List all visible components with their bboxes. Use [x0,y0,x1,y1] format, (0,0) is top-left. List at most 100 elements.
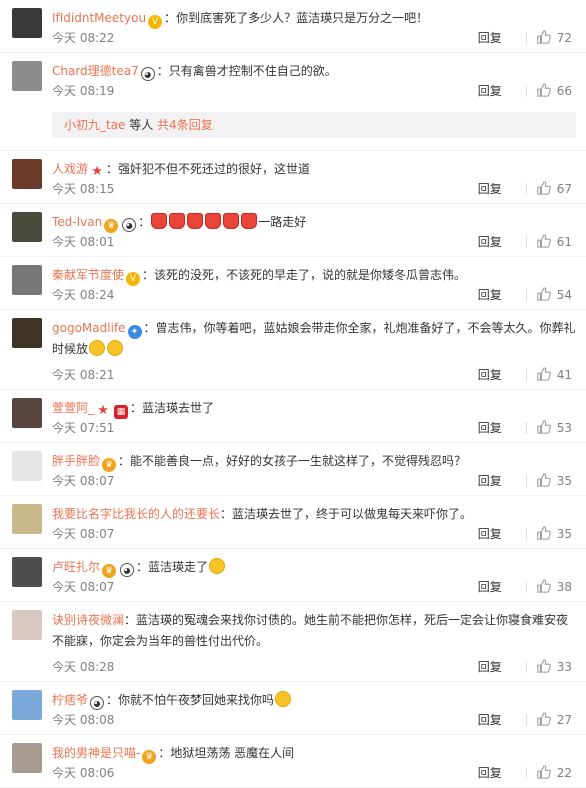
reply-button[interactable]: 回复 [478,31,502,45]
smiley-emoji-icon [89,340,106,356]
comment-content: gogoMadlife ✦ ：曾志伟，你等着吧，蓝姑娘会带走你全家，礼炮准备好了，不… [52,318,576,360]
like-button[interactable]: 66 [537,83,572,98]
reply-button[interactable]: 回复 [478,421,502,435]
separator: ： [118,454,131,468]
comment-text: 蓝洁瑛去世了，终于可以做鬼每天来吓你了。 [232,507,473,521]
comment-time: 今天 08:24 [52,288,115,302]
comment-item: 卢旺扎尔 ♛ ◕ ：蓝洁瑛走了 今天 08:07 回复 38 [0,549,586,602]
separator: ： [220,507,233,521]
comment-time: 今天 08:06 [52,766,115,780]
thumbs-up-icon [537,367,551,381]
reply-button[interactable]: 回复 [478,527,502,541]
like-button[interactable]: 33 [537,659,572,674]
like-button[interactable]: 22 [537,765,572,780]
username-link[interactable]: gogoMadlife [52,321,126,335]
avatar[interactable] [12,504,42,534]
candle-emoji-icon [187,213,204,229]
comment-time: 今天 08:28 [52,660,115,674]
comment-item: 胖手胖脸 ♛ ：能不能善良一点，好好的女孩子一生就这样了，不觉得残忍吗？ 今天 08:… [0,443,586,496]
like-button[interactable]: 27 [537,712,572,727]
like-button[interactable]: 72 [537,30,572,45]
username-link[interactable]: 秦献军节度使 [52,268,124,282]
smiley-emoji-icon [107,340,124,356]
comment-time: 今天 08:21 [52,368,115,382]
crown-badge-icon: ♛ [102,458,117,472]
username-link[interactable]: 卢旺扎尔 [52,560,100,574]
panda-badge-icon: ◕ [120,563,135,577]
thumbs-up-icon [537,83,551,97]
username-link[interactable]: 诀别诗夜微澜 [52,613,124,627]
username-link[interactable]: 人戏游 [52,162,88,176]
avatar[interactable] [12,61,42,91]
like-button[interactable]: 67 [537,181,572,196]
reply-button[interactable]: 回复 [478,766,502,780]
thumbs-up-icon [537,659,551,673]
reply-button[interactable]: 回复 [478,660,502,674]
username-link[interactable]: 柠痞爷 [52,693,88,707]
like-button[interactable]: 61 [537,234,572,249]
star-badge-icon: ★ [97,403,109,418]
like-button[interactable]: 35 [537,526,572,541]
comment-item: 我要比名字比我长的人的还要长：蓝洁瑛去世了，终于可以做鬼每天来吓你了。 今天 08… [0,496,586,549]
comment-actions: 回复 72 [478,30,572,46]
avatar[interactable] [12,265,42,295]
reply-button[interactable]: 回复 [478,713,502,727]
reply-button[interactable]: 回复 [478,288,502,302]
like-count: 72 [556,31,572,45]
divider [525,767,527,779]
avatar[interactable] [12,398,42,428]
reply-button[interactable]: 回复 [478,474,502,488]
comment-actions: 回复 35 [478,473,572,489]
username-link[interactable]: 胖手胖脸 [52,454,100,468]
reply-button[interactable]: 回复 [478,235,502,249]
reply-button[interactable]: 回复 [478,368,502,382]
comment-content: Ted-Ivan ♛ ◕： 一路走好 [52,212,576,233]
vip-badge-icon: V [148,15,163,29]
candle-emoji-icon [169,213,186,229]
reply-button[interactable]: 回复 [478,182,502,196]
username-link[interactable]: IfIdidntMeetyou [52,11,146,25]
sub-reply-box[interactable]: 小初九_tae 等人 共4条回复 [52,112,576,138]
divider [525,183,527,195]
comment-content: Chard理德tea7 ◕ ：只有禽兽才控制不住自己的欲。 [52,61,576,81]
sub-reply-count-link[interactable]: 共4条回复 [157,118,213,132]
avatar[interactable] [12,318,42,348]
comment-text: 蓝洁瑛去世了 [142,401,215,415]
reply-button[interactable]: 回复 [478,84,502,98]
username-link[interactable]: Ted-Ivan [52,215,102,229]
comment-content: 秦献军节度使 V ：该死的没死，不该死的早走了，说的就是你矮冬瓜曾志伟。 [52,265,576,286]
like-button[interactable]: 53 [537,420,572,435]
reply-button[interactable]: 回复 [478,580,502,594]
username-link[interactable]: 我要比名字比我长的人的还要长 [52,507,220,521]
like-button[interactable]: 41 [537,367,572,382]
avatar[interactable] [12,557,42,587]
comment-actions: 回复 33 [478,659,572,675]
like-button[interactable]: 38 [537,579,572,594]
divider [525,85,527,97]
comment-item: 我的男神是只喵- ♛ ：地狱坦荡荡 恶魔在人间 今天 08:06 回复 22 [0,735,586,788]
divider [525,422,527,434]
avatar[interactable] [12,212,42,242]
avatar[interactable] [12,690,42,720]
sub-reply-user[interactable]: 小初九_tae [64,118,125,132]
like-count: 67 [556,182,572,196]
comment-content: 胖手胖脸 ♛ ：能不能善良一点，好好的女孩子一生就这样了，不觉得残忍吗？ [52,451,576,472]
comment-actions: 回复 67 [478,181,572,197]
like-button[interactable]: 54 [537,287,572,302]
like-count: 33 [556,660,572,674]
avatar[interactable] [12,743,42,773]
comment-actions: 回复 41 [478,367,572,383]
username-link[interactable]: 萱萱阿_ [52,401,94,415]
avatar[interactable] [12,8,42,38]
comment-item: 诀别诗夜微澜：蓝洁瑛的冤魂会来找你讨债的。她生前不能把你怎样，死后一定会让你寝食… [0,602,586,682]
like-button[interactable]: 35 [537,473,572,488]
avatar[interactable] [12,159,42,189]
avatar[interactable] [12,610,42,640]
comment-content: 人戏游 ★ ：强奸犯不但不死还过的很好，这世道 [52,159,576,179]
comment-actions: 回复 27 [478,712,572,728]
comment-content: IfIdidntMeetyou V ：你到底害死了多少人？蓝洁瑛只是万分之一吧！ [52,8,576,29]
avatar[interactable] [12,451,42,481]
comment-item: 柠痞爷 ◕ ：你就不怕午夜梦回她来找你吗 今天 08:08 回复 27 [0,682,586,735]
username-link[interactable]: Chard理德tea7 [52,64,139,78]
username-link[interactable]: 我的男神是只喵- [52,746,140,760]
